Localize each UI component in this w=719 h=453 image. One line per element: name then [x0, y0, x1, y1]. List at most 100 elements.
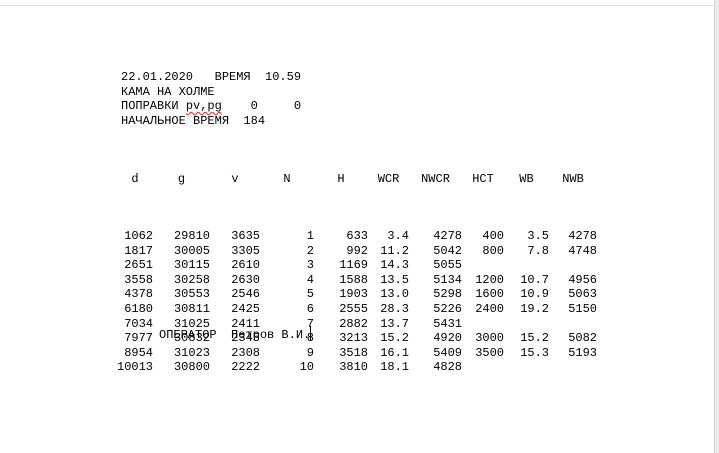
table-cell: 5063 [568, 287, 597, 302]
table-cell: 633 [346, 228, 368, 243]
operator-line: ОПЕРАТОР Петров В.И. [159, 326, 312, 343]
table-cell: 7034 [124, 316, 153, 331]
table-cell: 5042 [433, 243, 462, 258]
table-cell: 4 [306, 272, 314, 287]
table-cell: 9 [306, 345, 314, 360]
column-header: WB [519, 172, 534, 187]
spellcheck-flagged-word[interactable]: pv,pg [186, 99, 222, 113]
table-cell: 2400 [475, 301, 504, 316]
table-cell: 2610 [231, 258, 260, 273]
table-cell: 400 [482, 228, 504, 243]
table-cell: 10013 [117, 360, 154, 375]
table-cell: 1 [306, 228, 314, 243]
table-cell: 5226 [433, 301, 462, 316]
table-cell: 3635 [231, 228, 260, 243]
table-cell: 3000 [475, 331, 504, 346]
column-header: WCR [377, 172, 400, 187]
table-cell: 1903 [339, 287, 368, 302]
table-cell: 6180 [124, 301, 153, 316]
table-cell: 2425 [231, 301, 260, 316]
table-cell: 15.2 [380, 331, 409, 346]
table-cell: 3810 [339, 360, 368, 375]
table-cell: 1600 [475, 287, 504, 302]
date-time-line: 22.01.2020 ВРЕМЯ 10.59 [121, 70, 302, 84]
location-line: КАМА НА ХОЛМЕ [121, 85, 215, 99]
table-cell: 2222 [231, 360, 260, 375]
table-row: 2651 30115 2610 3 1169 14.3 5055 [117, 258, 597, 273]
table-cell: 800 [482, 243, 504, 258]
table-cell: 4278 [568, 228, 597, 243]
table-cell: 4378 [124, 287, 153, 302]
table-cell: 1817 [124, 243, 153, 258]
table-cell: 28.3 [380, 301, 409, 316]
operator-text: ОПЕРАТОР Петров В.И. [159, 328, 311, 342]
table-cell: 13.0 [380, 287, 409, 302]
table-cell: 13.5 [380, 272, 409, 287]
table-cell: 3518 [339, 345, 368, 360]
table-cell: 2630 [231, 272, 260, 287]
table-cell: 5 [306, 287, 314, 302]
table-cell: 10.7 [520, 272, 549, 287]
table-cell: 1169 [339, 258, 368, 273]
table-cell [462, 317, 504, 332]
table-row: 8954 31023 2308 9 3518 16.1 5409 3500 15.3 5193 [117, 346, 597, 361]
table-cell: 3.5 [527, 228, 549, 243]
table-row: 10013 30800 2222 10 3810 18.1 4828 [117, 360, 597, 375]
table-cell: 1062 [124, 228, 153, 243]
table-cell: 4748 [568, 243, 597, 258]
table-cell: 30005 [173, 243, 210, 258]
table-cell: 2651 [124, 258, 153, 273]
corrections-line: ПОПРАВКИ pv,pg 0 0 [121, 99, 301, 114]
table-cell: 2546 [231, 287, 260, 302]
table-cell: 992 [346, 243, 368, 258]
table-cell [549, 258, 597, 273]
column-header: NWCR [421, 172, 450, 187]
table-cell: 31023 [173, 345, 210, 360]
table-cell: 4278 [433, 228, 462, 243]
document-page[interactable]: 22.01.2020 ВРЕМЯ 10.59 КАМА НА ХОЛМЕ ПОП… [0, 0, 715, 453]
table-cell: 2882 [339, 316, 368, 331]
table-cell: 15.2 [520, 331, 549, 346]
table-cell: 5193 [568, 345, 597, 360]
table-cell: 4956 [568, 272, 597, 287]
table-cell: 13.7 [380, 316, 409, 331]
table-cell: 2555 [339, 301, 368, 316]
table-cell [462, 360, 504, 375]
table-cell: 7977 [124, 331, 153, 346]
column-header: v [231, 172, 239, 187]
column-header: d [131, 172, 139, 187]
table-cell: 3 [306, 258, 314, 273]
table-row: 3558 30258 2630 4 1588 13.5 5134 1200 10.7 4956 [117, 273, 597, 288]
column-header: g [177, 172, 186, 187]
table-cell: 1588 [339, 272, 368, 287]
table-cell: 30115 [173, 258, 210, 273]
table-cell: 7.8 [527, 243, 549, 258]
column-header: HCT [472, 172, 494, 187]
table-cell: 10 [299, 360, 314, 375]
table-cell: 3305 [231, 243, 260, 258]
table-cell: 5055 [433, 258, 462, 273]
table-body: 1062 29810 3635 1 633 3.4 4278 400 3.5 4278 1817 30… [117, 229, 597, 375]
corrections-label: ПОПРАВКИ [121, 99, 186, 113]
table-cell: 10.9 [520, 287, 549, 302]
table-cell [549, 317, 597, 332]
table-cell: 3.4 [387, 228, 409, 243]
column-header: H [337, 172, 345, 187]
table-row: 1817 30005 3305 2 992 11.2 5042 800 7.8 4748 [117, 244, 597, 259]
table-cell: 29810 [173, 228, 210, 243]
text-cursor [310, 326, 312, 341]
table-cell: 15.3 [520, 345, 549, 360]
table-cell: 30258 [173, 272, 210, 287]
table-cell: 5082 [568, 331, 597, 346]
table-cell: 16.1 [380, 345, 409, 360]
table-cell: 30553 [173, 287, 210, 302]
column-header: NWB [562, 172, 584, 187]
table-cell [504, 360, 549, 375]
table-cell: 19.2 [520, 301, 549, 316]
table-cell: 5431 [433, 316, 462, 331]
table-cell [462, 258, 504, 273]
table-row: 4378 30553 2546 5 1903 13.0 5298 1600 10.9 5063 [117, 287, 597, 302]
table-cell: 18.1 [380, 360, 409, 375]
table-cell: 14.3 [380, 258, 409, 273]
table-cell: 3213 [339, 331, 368, 346]
